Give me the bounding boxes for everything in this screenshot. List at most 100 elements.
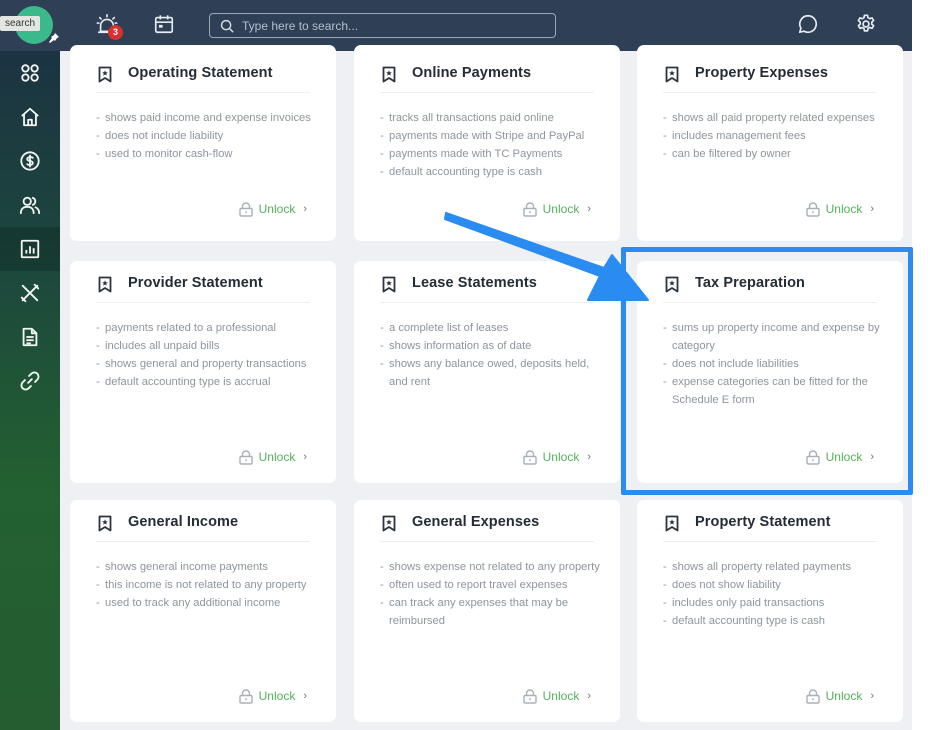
unlock-button[interactable]: Unlock › [227, 200, 307, 218]
feature-item: default accounting type is cash [380, 163, 602, 181]
feature-item: shows all property related payments [663, 558, 885, 576]
feature-item: shows all paid property related expenses [663, 109, 885, 127]
report-card[interactable]: Provider Statement payments related to a … [70, 261, 336, 483]
unlock-button[interactable]: Unlock › [511, 687, 591, 705]
apps-grid-icon [21, 64, 39, 82]
sidebar-item-contacts[interactable] [0, 183, 60, 227]
report-card[interactable]: Tax Preparation sums up property income a… [637, 261, 903, 483]
bookmark-star-icon [98, 66, 112, 83]
sidebar-item-maintenance[interactable] [0, 271, 60, 315]
chat-icon[interactable] [797, 13, 821, 37]
feature-item: shows information as of date [380, 337, 602, 355]
bookmark-star-icon [98, 515, 112, 532]
pin-icon[interactable] [49, 33, 59, 46]
feature-item: used to track any additional income [96, 594, 318, 612]
card-feature-list: payments related to a professionalinclud… [96, 319, 318, 391]
feature-item: default accounting type is cash [663, 612, 885, 630]
feature-item: sums up property income and expense by c… [663, 319, 885, 355]
feature-item: shows general and property transactions [96, 355, 318, 373]
sidebar-item-apps[interactable] [0, 51, 60, 95]
lock-icon [805, 688, 820, 704]
feature-item: payments made with Stripe and PayPal [380, 127, 602, 145]
report-card[interactable]: Online Payments tracks all transactions p… [354, 45, 620, 241]
unlock-button[interactable]: Unlock › [511, 448, 591, 466]
sidebar-item-links[interactable] [0, 359, 60, 403]
feature-item: this income is not related to any proper… [96, 576, 318, 594]
card-feature-list: tracks all transactions paid onlinepayme… [380, 109, 602, 181]
sidebar-item-payments[interactable] [0, 139, 60, 183]
card-header: Lease Statements [380, 275, 594, 303]
card-feature-list: shows general income paymentsthis income… [96, 558, 318, 612]
search-input[interactable] [242, 18, 542, 33]
report-card[interactable]: Property Expenses shows all paid property… [637, 45, 903, 241]
feature-item: includes management fees [663, 127, 885, 145]
chevron-right-icon: › [303, 203, 307, 215]
chevron-right-icon: › [303, 690, 307, 702]
card-feature-list: shows paid income and expense invoicesdo… [96, 109, 318, 163]
unlock-button[interactable]: Unlock › [794, 687, 874, 705]
report-card[interactable]: Lease Statements a complete list of lease… [354, 261, 620, 483]
search-bar[interactable] [209, 13, 556, 38]
feature-item: shows any balance owed, deposits held, a… [380, 355, 602, 391]
bookmark-star-icon [382, 66, 396, 83]
unlock-label: Unlock [258, 202, 296, 216]
card-header: Provider Statement [96, 275, 310, 303]
feature-item: default accounting type is accrual [96, 373, 318, 391]
bookmark-star-icon [665, 515, 679, 532]
chevron-right-icon: › [870, 690, 874, 702]
card-feature-list: a complete list of leasesshows informati… [380, 319, 602, 391]
bookmark-star-icon [665, 66, 679, 83]
bookmark-star-icon [665, 276, 679, 293]
chevron-right-icon: › [587, 451, 591, 463]
chevron-right-icon: › [587, 690, 591, 702]
bookmark-star-icon [98, 276, 112, 293]
unlock-button[interactable]: Unlock › [227, 687, 307, 705]
feature-item: does not include liability [96, 127, 318, 145]
card-title: Property Statement [695, 514, 831, 530]
card-header: General Expenses [380, 514, 594, 542]
card-title: Operating Statement [128, 65, 273, 81]
gear-icon[interactable] [855, 13, 879, 37]
report-cards-area: Operating Statement shows paid income and… [60, 45, 912, 730]
card-header: Property Expenses [663, 65, 877, 93]
lock-icon [805, 449, 820, 465]
sidebar-item-reports[interactable] [0, 227, 60, 271]
lock-icon [805, 201, 820, 217]
report-card[interactable]: General Expenses shows expense not relate… [354, 500, 620, 722]
unlock-label: Unlock [542, 450, 580, 464]
calendar-icon[interactable] [153, 13, 177, 37]
feature-item: can be filtered by owner [663, 145, 885, 163]
unlock-button[interactable]: Unlock › [794, 448, 874, 466]
report-card[interactable]: General Income shows general income payme… [70, 500, 336, 722]
unlock-label: Unlock [825, 689, 863, 703]
chevron-right-icon: › [303, 451, 307, 463]
unlock-label: Unlock [825, 202, 863, 216]
feature-item: shows expense not related to any propert… [380, 558, 602, 576]
unlock-button[interactable]: Unlock › [794, 200, 874, 218]
unlock-label: Unlock [825, 450, 863, 464]
feature-item: can track any expenses that may be reimb… [380, 594, 602, 630]
feature-item: includes all unpaid bills [96, 337, 318, 355]
search-tooltip: search [0, 16, 41, 31]
document-icon [22, 327, 38, 347]
feature-item: payments made with TC Payments [380, 145, 602, 163]
dollar-circle-icon [20, 151, 40, 171]
card-header: Online Payments [380, 65, 594, 93]
card-title: Lease Statements [412, 275, 537, 291]
feature-item: a complete list of leases [380, 319, 602, 337]
card-title: Online Payments [412, 65, 532, 81]
unlock-button[interactable]: Unlock › [227, 448, 307, 466]
link-icon [20, 371, 40, 391]
lock-icon [238, 449, 253, 465]
lock-icon [522, 688, 537, 704]
report-card[interactable]: Operating Statement shows paid income and… [70, 45, 336, 241]
sidebar-item-documents[interactable] [0, 315, 60, 359]
chevron-right-icon: › [870, 451, 874, 463]
unlock-label: Unlock [258, 450, 296, 464]
unlock-button[interactable]: Unlock › [511, 200, 591, 218]
chevron-right-icon: › [870, 203, 874, 215]
sidebar-item-home[interactable] [0, 95, 60, 139]
bookmark-star-icon [382, 276, 396, 293]
card-feature-list: sums up property income and expense by c… [663, 319, 885, 409]
report-card[interactable]: Property Statement shows all property rel… [637, 500, 903, 722]
